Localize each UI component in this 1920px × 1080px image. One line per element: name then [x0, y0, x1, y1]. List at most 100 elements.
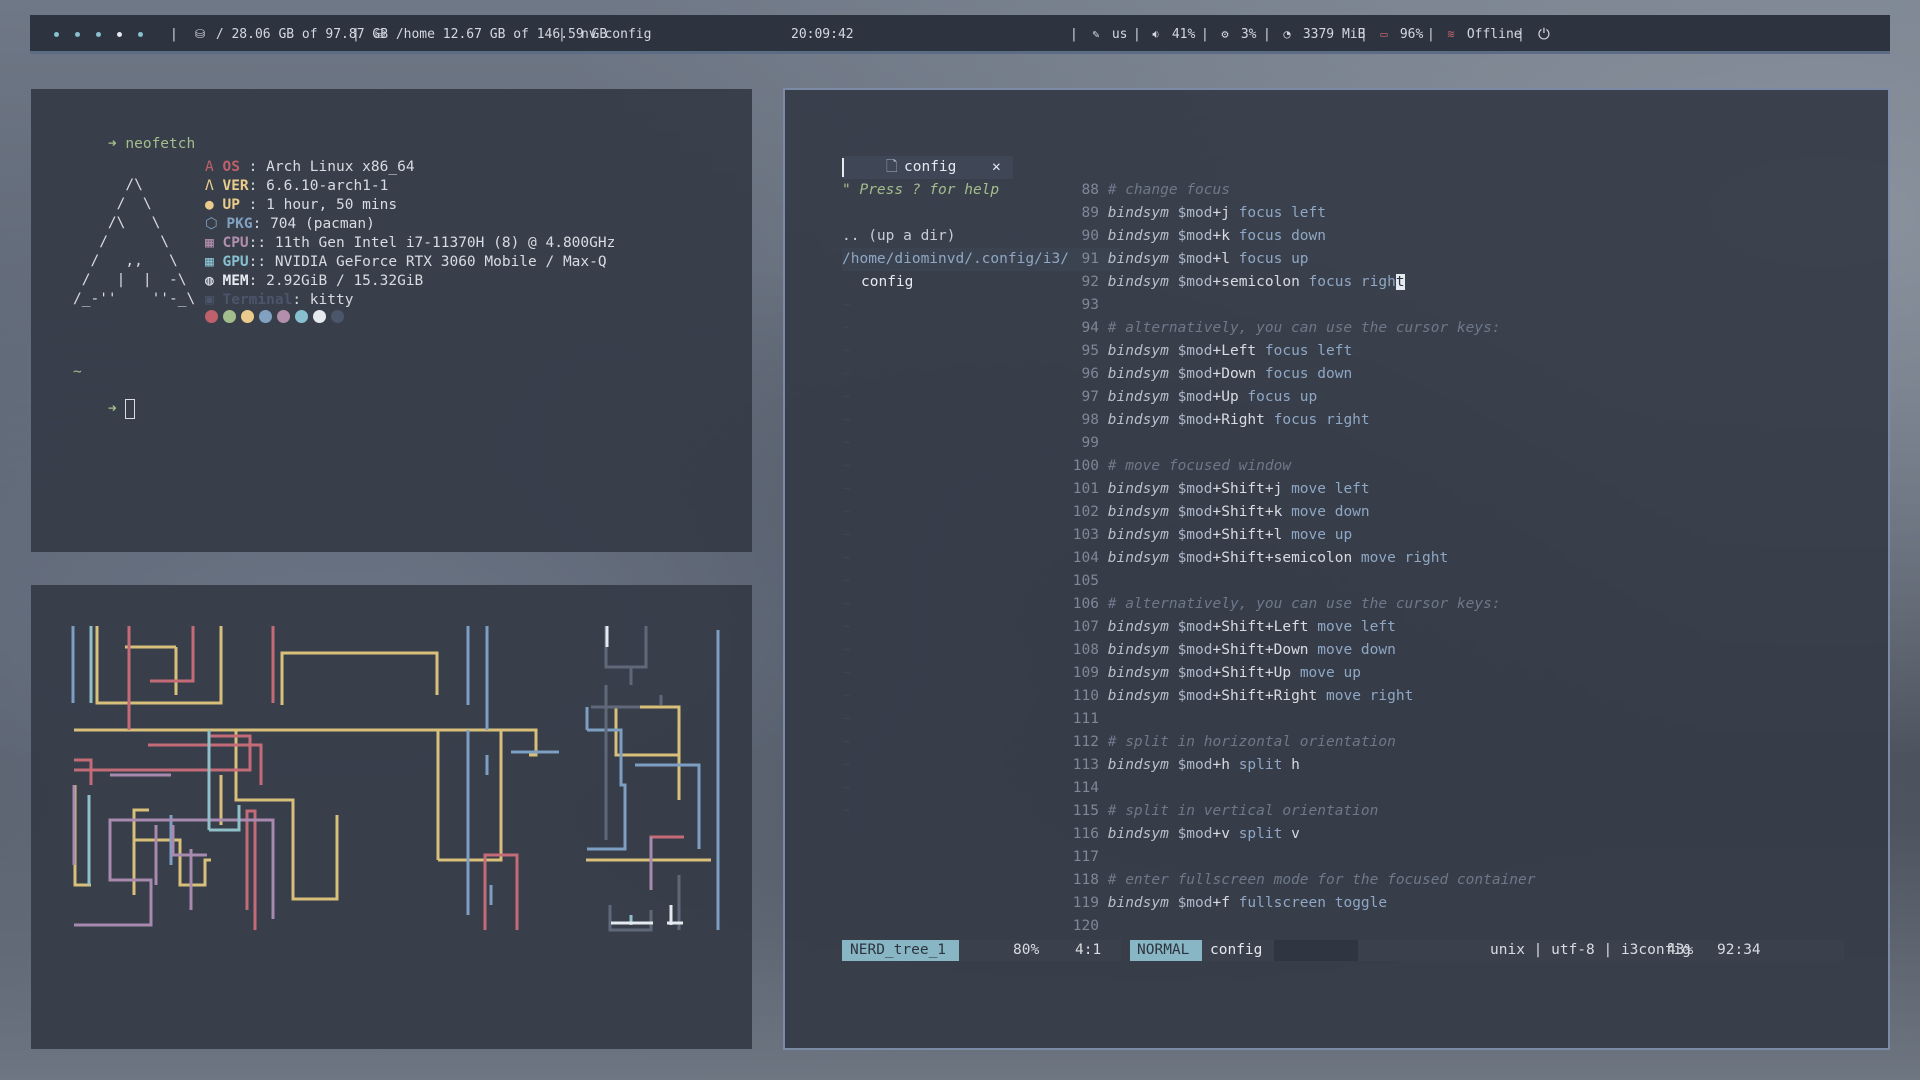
code-line[interactable]: 117: [1049, 846, 1108, 869]
code-token: bindsym: [1107, 251, 1169, 267]
code-line[interactable]: 115 # split in vertical orientation: [1049, 800, 1379, 823]
tree-file-config[interactable]: config: [861, 271, 913, 294]
code-line[interactable]: 94 # alternatively, you can use the curs…: [1049, 317, 1501, 340]
tree-statusline-percent: 80%: [1013, 942, 1040, 958]
code-token: focus down: [1238, 228, 1327, 244]
keyboard-layout-widget[interactable]: ✎ us: [1088, 15, 1127, 54]
code-line[interactable]: 114: [1049, 777, 1108, 800]
workspace-1[interactable]: [54, 32, 59, 37]
code-line[interactable]: 101 bindsym $mod+Shift+j move left: [1049, 478, 1370, 501]
line-number: 90: [1081, 228, 1099, 244]
info-label: MEM: [222, 273, 249, 289]
volume-widget[interactable]: 🔉︎ 41%: [1148, 15, 1195, 54]
code-line[interactable]: 98 bindsym $mod+Right focus right: [1049, 409, 1370, 432]
info-label: VER: [222, 178, 249, 194]
line-number: 107: [1072, 619, 1099, 635]
close-icon[interactable]: ✕: [992, 156, 1001, 179]
code-line[interactable]: 111: [1049, 708, 1108, 731]
info-row-gpu: ▦ GPU:: NVIDIA GeForce RTX 3060 Mobile /…: [205, 254, 607, 270]
code-line[interactable]: 116 bindsym $mod+v split v: [1049, 823, 1300, 846]
code-line[interactable]: 97 bindsym $mod+Up focus up: [1049, 386, 1318, 409]
terminal-neovim[interactable]: 🗋︎ config ✕ " Press ? for help .. (up a …: [783, 88, 1890, 1050]
bar-separator: |: [1201, 27, 1209, 42]
code-line[interactable]: 112 # split in horizontal orientation: [1049, 731, 1396, 754]
code-line[interactable]: 103 bindsym $mod+Shift+l move up: [1049, 524, 1352, 547]
code-token: +j: [1212, 205, 1239, 221]
code-line[interactable]: 90 bindsym $mod+k focus down: [1049, 225, 1326, 248]
code-token: bindsym: [1107, 619, 1169, 635]
line-number: 114: [1072, 780, 1099, 796]
code-token: +semicolon: [1212, 274, 1309, 290]
code-line[interactable]: 118 # enter fullscreen mode for the focu…: [1049, 869, 1536, 892]
workspace-2[interactable]: [75, 32, 80, 37]
code-line[interactable]: 106 # alternatively, you can use the cur…: [1049, 593, 1501, 616]
wifi-off-icon: ≋: [1447, 27, 1455, 41]
pipe-grey: [591, 626, 681, 932]
info-label: OS: [222, 159, 240, 175]
workspace-3[interactable]: [96, 32, 101, 37]
code-line[interactable]: 110 bindsym $mod+Shift+Right move right: [1049, 685, 1414, 708]
code-token: move right: [1326, 688, 1414, 704]
power-button[interactable]: ⏻: [1538, 15, 1550, 54]
code-line[interactable]: 88 # change focus: [1049, 179, 1230, 202]
empty-line-marker: ~: [842, 665, 851, 681]
workspace-4[interactable]: [117, 32, 122, 37]
code-token: bindsym: [1107, 757, 1169, 773]
code-line[interactable]: 107 bindsym $mod+Shift+Left move left: [1049, 616, 1396, 639]
empty-line-marker: ~: [842, 320, 851, 336]
code-token: bindsym: [1107, 389, 1169, 405]
memory-widget[interactable]: ◔ 3379 MiB: [1279, 15, 1365, 54]
code-token: +Shift+Left: [1212, 619, 1318, 635]
code-line[interactable]: 119 bindsym $mod+f fullscreen toggle: [1049, 892, 1387, 915]
empty-line-marker: ~: [842, 780, 851, 796]
file-icon: 🗋︎: [886, 159, 898, 175]
code-line[interactable]: 92 bindsym $mod+semicolon focus right: [1049, 271, 1405, 294]
info-value: 1 hour, 50 mins: [266, 197, 398, 213]
code-line[interactable]: 93: [1049, 294, 1108, 317]
code-token: +Down: [1212, 366, 1265, 382]
workspace-5[interactable]: [138, 32, 143, 37]
palette-swatch: [313, 309, 326, 323]
code-line[interactable]: 105: [1049, 570, 1108, 593]
code-token: h: [1291, 757, 1300, 773]
disk-home-value: /home 12.67 GB of 146.59 GB: [395, 27, 608, 42]
info-value: 11th Gen Intel i7-11370H (8) @ 4.800GHz: [274, 235, 616, 251]
battery-widget[interactable]: ▭ 96%: [1376, 15, 1423, 54]
empty-line-marker: ~: [842, 619, 851, 635]
clock[interactable]: 20:09:42: [791, 15, 854, 54]
empty-line-marker: ~: [842, 573, 851, 589]
code-line[interactable]: 95 bindsym $mod+Left focus left: [1049, 340, 1353, 363]
code-line[interactable]: 108 bindsym $mod+Shift+Down move down: [1049, 639, 1396, 662]
cpu-icon: ▦: [205, 235, 214, 251]
code-line[interactable]: 96 bindsym $mod+Down focus down: [1049, 363, 1353, 386]
code-line[interactable]: 89 bindsym $mod+j focus left: [1049, 202, 1326, 225]
tree-up-dir[interactable]: .. (up a dir): [842, 225, 956, 248]
window-title: nv config: [581, 27, 652, 42]
info-label: UP: [222, 197, 240, 213]
terminal-neofetch[interactable]: ➜ neofetch /\ / \ /\ \ / \ / ,, \ / | | …: [31, 89, 752, 552]
info-separator: ::: [248, 254, 275, 270]
code-line[interactable]: 102 bindsym $mod+Shift+k move down: [1049, 501, 1370, 524]
palette-swatch: [259, 309, 272, 323]
disk-home-widget[interactable]: ⛁ /home 12.67 GB of 146.59 GB: [372, 15, 607, 54]
code-line[interactable]: 120: [1049, 915, 1108, 938]
code-line[interactable]: 113 bindsym $mod+h split h: [1049, 754, 1300, 777]
info-row-terminal: ▣ Terminal: kitty: [205, 292, 353, 308]
info-label: Terminal: [222, 292, 293, 308]
logo-line: /\: [73, 177, 143, 193]
code-line[interactable]: 109 bindsym $mod+Shift+Up move up: [1049, 662, 1361, 685]
cpu-widget[interactable]: ⚙ 3%: [1217, 15, 1256, 54]
terminal-pipes[interactable]: [31, 585, 752, 1049]
code-line[interactable]: 100 # move focused window: [1049, 455, 1291, 478]
code-line[interactable]: 99: [1049, 432, 1108, 455]
code-line[interactable]: 91 bindsym $mod+l focus up: [1049, 248, 1309, 271]
code-line[interactable]: 104 bindsym $mod+Shift+semicolon move ri…: [1049, 547, 1448, 570]
tab-config[interactable]: 🗋︎ config ✕: [842, 156, 1013, 179]
network-widget[interactable]: ≋ Offline: [1443, 15, 1521, 54]
bar-separator: |: [170, 27, 178, 42]
prompt-line-active[interactable]: ➜: [73, 383, 136, 435]
